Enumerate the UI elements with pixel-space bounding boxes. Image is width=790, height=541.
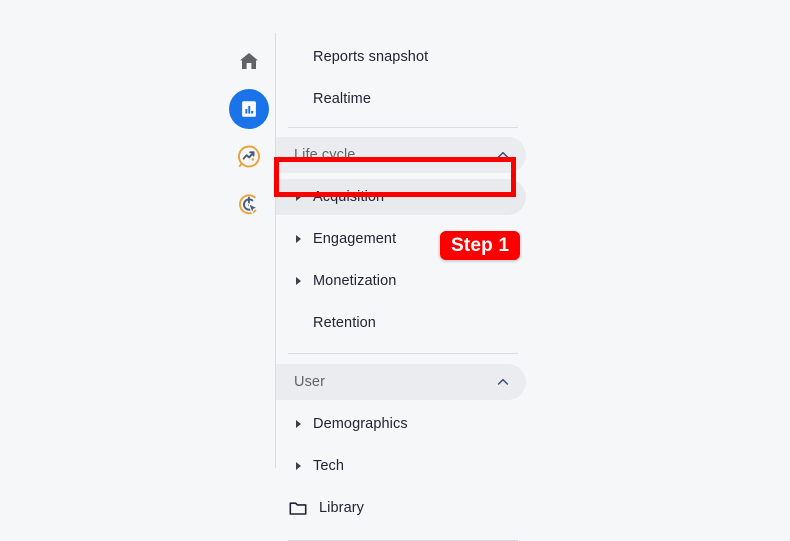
analytics-navigation-screen: Reports snapshot Realtime Life cycle Acq… (0, 0, 790, 541)
expand-arrow-icon[interactable] (288, 462, 308, 470)
nav-item-label: Library (319, 500, 365, 516)
nav-item-demographics[interactable]: Demographics (276, 406, 526, 442)
expand-arrow-icon[interactable] (288, 235, 308, 243)
nav-item-retention[interactable]: Retention (276, 305, 526, 341)
nav-item-label: Monetization (313, 273, 397, 289)
nav-item-label: Demographics (313, 416, 408, 432)
nav-item-label: Tech (313, 458, 345, 474)
nav-section-label: User (294, 374, 326, 390)
nav-section-life-cycle[interactable]: Life cycle (276, 137, 526, 173)
nav-item-library[interactable]: Library (276, 490, 526, 526)
nav-item-acquisition[interactable]: Acquisition (276, 179, 526, 215)
reports-icon[interactable] (228, 89, 269, 129)
expand-arrow-icon[interactable] (288, 420, 308, 428)
nav-section-label: Life cycle (294, 147, 356, 163)
nav-item-tech[interactable]: Tech (276, 448, 526, 484)
expand-arrow-icon[interactable] (288, 277, 308, 285)
explore-icon[interactable] (229, 137, 269, 177)
nav-item-label: Reports snapshot (313, 49, 429, 65)
nav-item-label: Realtime (313, 91, 372, 107)
nav-item-label: Retention (313, 315, 376, 331)
folder-icon (288, 500, 308, 516)
chevron-up-icon[interactable] (494, 373, 512, 391)
step-badge: Step 1 (440, 231, 521, 260)
chevron-up-icon[interactable] (494, 146, 512, 164)
nav-item-label: Acquisition (313, 189, 385, 205)
expand-arrow-icon[interactable] (288, 193, 308, 201)
nav-item-label: Engagement (313, 231, 397, 247)
nav-item-monetization[interactable]: Monetization (276, 263, 526, 299)
home-icon[interactable] (229, 41, 269, 81)
nav-section-user[interactable]: User (276, 364, 526, 400)
icon-rail (222, 33, 275, 468)
nav-item-reports-snapshot[interactable]: Reports snapshot (276, 39, 526, 75)
advertising-icon[interactable] (229, 185, 269, 225)
nav-item-realtime[interactable]: Realtime (276, 81, 526, 117)
